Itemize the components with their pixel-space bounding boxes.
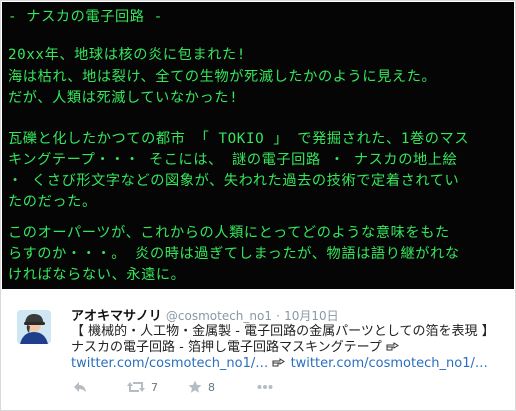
pointing-right-icon xyxy=(272,358,286,367)
image-text-line: ・ くさび形文字などの図象が、失われた過去の技術で定着されてい xyxy=(8,173,460,189)
retweet-button[interactable]: 7 xyxy=(127,381,158,394)
reply-arrow-icon xyxy=(74,382,86,392)
retweet-icon xyxy=(127,382,145,392)
star-icon xyxy=(188,380,202,393)
pointing-right-icon xyxy=(386,342,399,351)
tweet-text-line: twitter.com/cosmotech_no1/… twitter.com/… xyxy=(71,356,488,372)
avatar[interactable] xyxy=(17,310,51,344)
tweet-card: - ナスカの電子回路 - 20xx年、地球は核の炎に包まれた! 海は枯れ、地は裂… xyxy=(0,0,516,411)
image-text-line: たのだった。 xyxy=(8,194,97,210)
tweet-body: アオキマサノリ @cosmotech_no1 · 10月10日 【 機械的・人工… xyxy=(1,290,515,410)
image-text-line: だが、人類は死滅していなかった! xyxy=(8,90,239,106)
author-handle[interactable]: @cosmotech_no1 xyxy=(166,309,272,323)
tweet-text-line: 【 機械的・人工物・金属製 - 電子回路の金属パーツとしての箔を表現 】 xyxy=(71,324,495,339)
reply-button[interactable] xyxy=(73,381,87,393)
image-text-line: 瓦礫と化したかつての都市 「 TOKIO 」 で発掘された、1巻のマス xyxy=(8,131,470,147)
more-button[interactable] xyxy=(257,384,273,390)
timestamp-separator: · xyxy=(276,309,280,323)
retweet-count: 7 xyxy=(151,380,158,394)
tweet-actions: 7 8 xyxy=(73,379,273,395)
attached-image[interactable]: - ナスカの電子回路 - 20xx年、地球は核の炎に包まれた! 海は枯れ、地は裂… xyxy=(2,2,514,289)
favorite-button[interactable]: 8 xyxy=(188,380,215,394)
image-text-line: このオーパーツが、これからの人類にとってどのような意味をもた xyxy=(8,225,450,241)
image-text-line: キングテープ・・・ そこには、 謎の電子回路 ・ ナスカの地上絵 xyxy=(8,152,458,168)
image-text-line: 20xx年、地球は核の炎に包まれた! xyxy=(8,47,246,63)
tweet-link[interactable]: twitter.com/cosmotech_no1/… xyxy=(71,356,268,371)
avatar-person-icon xyxy=(17,310,51,344)
image-text-title: - ナスカの電子回路 - xyxy=(8,9,163,25)
author-name[interactable]: アオキマサノリ xyxy=(71,309,162,324)
favorite-count: 8 xyxy=(208,380,215,394)
tweet-header: アオキマサノリ @cosmotech_no1 · 10月10日 xyxy=(71,305,339,324)
more-dots-icon xyxy=(257,385,273,389)
tweet-text-line: ナスカの電子回路 - 箔押し電子回路マスキングテープ xyxy=(71,340,400,356)
image-text-line: ければならない、永遠に。 xyxy=(8,267,186,283)
tweet-text-segment: ナスカの電子回路 - 箔押し電子回路マスキングテープ xyxy=(71,340,382,355)
timestamp[interactable]: 10月10日 xyxy=(284,309,339,323)
image-text-line: らすのか・・・。 炎の時は過ぎてしまったが、物語は語り継がれな xyxy=(8,246,460,262)
image-text-line: 海は枯れ、地は裂け、全ての生物が死滅したかのように見えた。 xyxy=(8,69,437,85)
tweet-link[interactable]: twitter.com/cosmotech_no1/… xyxy=(291,356,488,371)
